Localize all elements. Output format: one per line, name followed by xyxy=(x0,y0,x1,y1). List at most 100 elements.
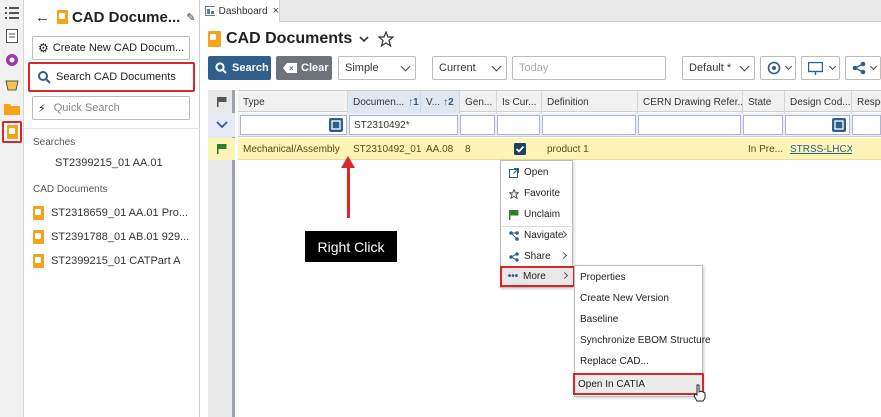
cell-is-current xyxy=(497,138,542,160)
menu-item-label: Open xyxy=(524,167,549,178)
open-external-icon xyxy=(508,167,520,178)
target-icon xyxy=(767,61,781,75)
search-button-label: Search CAD Documents xyxy=(56,71,176,83)
tab-dashboard[interactable]: Dashboard × xyxy=(200,0,280,22)
column-header-responsible[interactable]: Respo xyxy=(852,91,881,113)
search-mode-select[interactable]: Simple xyxy=(338,56,416,80)
menu-item-share[interactable]: Share xyxy=(501,246,574,267)
design-code-filter[interactable] xyxy=(785,115,850,135)
row-selector-column xyxy=(208,90,235,417)
state-filter[interactable] xyxy=(743,115,783,135)
filter-toggle[interactable] xyxy=(208,113,235,137)
column-header-state[interactable]: State xyxy=(743,91,785,113)
chooser-icon xyxy=(832,118,846,132)
column-header-version[interactable]: V... ↑2 xyxy=(421,91,460,113)
share-icon xyxy=(508,251,520,262)
is-current-filter[interactable] xyxy=(497,115,540,135)
basket-icon[interactable] xyxy=(3,75,21,93)
more-dots-icon: ••• xyxy=(507,271,519,282)
view-select[interactable]: Default * xyxy=(682,56,755,80)
folder-icon[interactable] xyxy=(3,99,21,117)
column-header-cern-drawing-ref[interactable]: CERN Drawing Refer... xyxy=(638,91,743,113)
column-header-document[interactable]: Documen... ↑1 xyxy=(348,91,421,113)
cad-document-label: ST2399215_01 CATPart A xyxy=(51,255,181,267)
back-arrow-icon[interactable]: ← xyxy=(35,9,50,26)
document-icon[interactable] xyxy=(3,27,21,45)
definition-filter[interactable] xyxy=(542,115,636,135)
gear-icon[interactable] xyxy=(3,51,21,69)
clear-button-label: Clear xyxy=(301,62,329,74)
menu-item-label: Share xyxy=(524,251,551,262)
menu-item-favorite[interactable]: Favorite xyxy=(501,183,574,204)
menu-item-label: Unclaim xyxy=(524,209,561,220)
chevron-down-icon xyxy=(739,61,750,72)
quick-search-input[interactable]: ⚡ Quick Search xyxy=(32,96,190,120)
column-header-type[interactable]: Type xyxy=(238,91,348,113)
cell-version: AA.08 xyxy=(426,143,454,155)
create-cad-document-button[interactable]: ⚙ Create New CAD Docum... xyxy=(32,36,190,60)
chevron-down-icon xyxy=(491,61,502,72)
cad-document-item[interactable]: ST2391788_01 AB.01 929... xyxy=(33,230,189,244)
submenu-item-open-in-catia[interactable]: Open In CATIA xyxy=(573,373,704,395)
menu-item-open[interactable]: Open xyxy=(501,162,574,183)
share-dropdown[interactable] xyxy=(845,56,881,80)
date-input[interactable]: Today xyxy=(512,56,666,80)
column-header-is-current[interactable]: Is Cur... xyxy=(497,91,542,113)
responsible-filter[interactable] xyxy=(852,115,881,135)
submenu-item-baseline[interactable]: Baseline xyxy=(575,309,704,330)
chooser-icon xyxy=(329,118,343,132)
search-icon xyxy=(215,62,227,74)
view-value: Default * xyxy=(689,62,732,74)
star-icon[interactable] xyxy=(378,31,395,47)
column-header-design-code[interactable]: Design Cod... xyxy=(785,91,852,113)
close-icon[interactable]: × xyxy=(273,5,279,17)
display-dropdown[interactable] xyxy=(801,56,840,80)
cell-generation: 8 xyxy=(465,143,471,155)
page-title-bar: CAD Documents xyxy=(208,30,395,48)
settings-dropdown[interactable] xyxy=(760,56,796,80)
submenu-item-create-new-version[interactable]: Create New Version xyxy=(575,288,704,309)
menu-item-unclaim[interactable]: Unclaim xyxy=(501,204,574,225)
generation-filter[interactable] xyxy=(460,115,495,135)
flag-icon xyxy=(508,209,520,220)
search-mode-value: Simple xyxy=(345,62,379,74)
cad-document-item[interactable]: ST2399215_01 CATPart A xyxy=(33,254,180,268)
cad-document-item[interactable]: ST2318659_01 AA.01 Pro... xyxy=(33,206,188,220)
table-row[interactable]: Mechanical/Assembly ST2310492_01 AA.08 8… xyxy=(238,138,881,160)
chevron-down-icon xyxy=(828,62,837,71)
submenu-item-replace-cad[interactable]: Replace CAD... xyxy=(575,351,704,372)
submenu-item-synchronize-ebom[interactable]: Synchronize EBOM Structure xyxy=(575,330,711,351)
cern-drawing-filter[interactable] xyxy=(638,115,741,135)
list-icon[interactable] xyxy=(3,4,21,22)
page-title: CAD Documents xyxy=(226,30,353,47)
menu-item-navigate[interactable]: Navigate xyxy=(501,225,574,246)
cell-design-code-link[interactable]: STRSS-LHCX xyxy=(785,138,852,160)
menu-item-more[interactable]: ••• More xyxy=(500,266,575,287)
cell-state: In Pre... xyxy=(748,143,784,155)
checkbox-checked-icon xyxy=(514,143,526,155)
revision-select[interactable]: Current xyxy=(432,56,507,80)
row-flag[interactable] xyxy=(208,138,235,160)
svg-text:×: × xyxy=(289,64,294,73)
date-placeholder: Today xyxy=(519,62,549,74)
quick-search-placeholder: Quick Search xyxy=(53,102,120,114)
saved-search-item[interactable]: ST2399215_01 AA.01 xyxy=(55,157,163,169)
cad-documents-rail-icon[interactable] xyxy=(2,121,22,143)
search-button-label: Search xyxy=(232,62,269,74)
submenu-item-properties[interactable]: Properties xyxy=(575,267,704,288)
type-filter[interactable] xyxy=(240,115,347,135)
document-filter-input[interactable]: ST2310492* xyxy=(349,115,458,135)
chevron-down-icon[interactable] xyxy=(358,34,370,44)
clear-button[interactable]: × Clear xyxy=(276,56,332,80)
right-click-callout: Right Click xyxy=(305,231,397,262)
chevron-right-icon xyxy=(559,251,568,260)
column-header-definition[interactable]: Definition xyxy=(542,91,638,113)
column-header-generation[interactable]: Gen... xyxy=(460,91,497,113)
search-cad-documents-button[interactable]: Search CAD Documents xyxy=(28,62,195,92)
eraser-icon: × xyxy=(283,63,297,73)
search-button[interactable]: Search xyxy=(208,56,271,80)
chevron-down-icon xyxy=(216,121,228,129)
sort-indicator: ↑1 xyxy=(408,96,419,108)
pin-icon[interactable]: ✎ xyxy=(186,11,195,24)
cad-document-label: ST2318659_01 AA.01 Pro... xyxy=(51,207,188,219)
